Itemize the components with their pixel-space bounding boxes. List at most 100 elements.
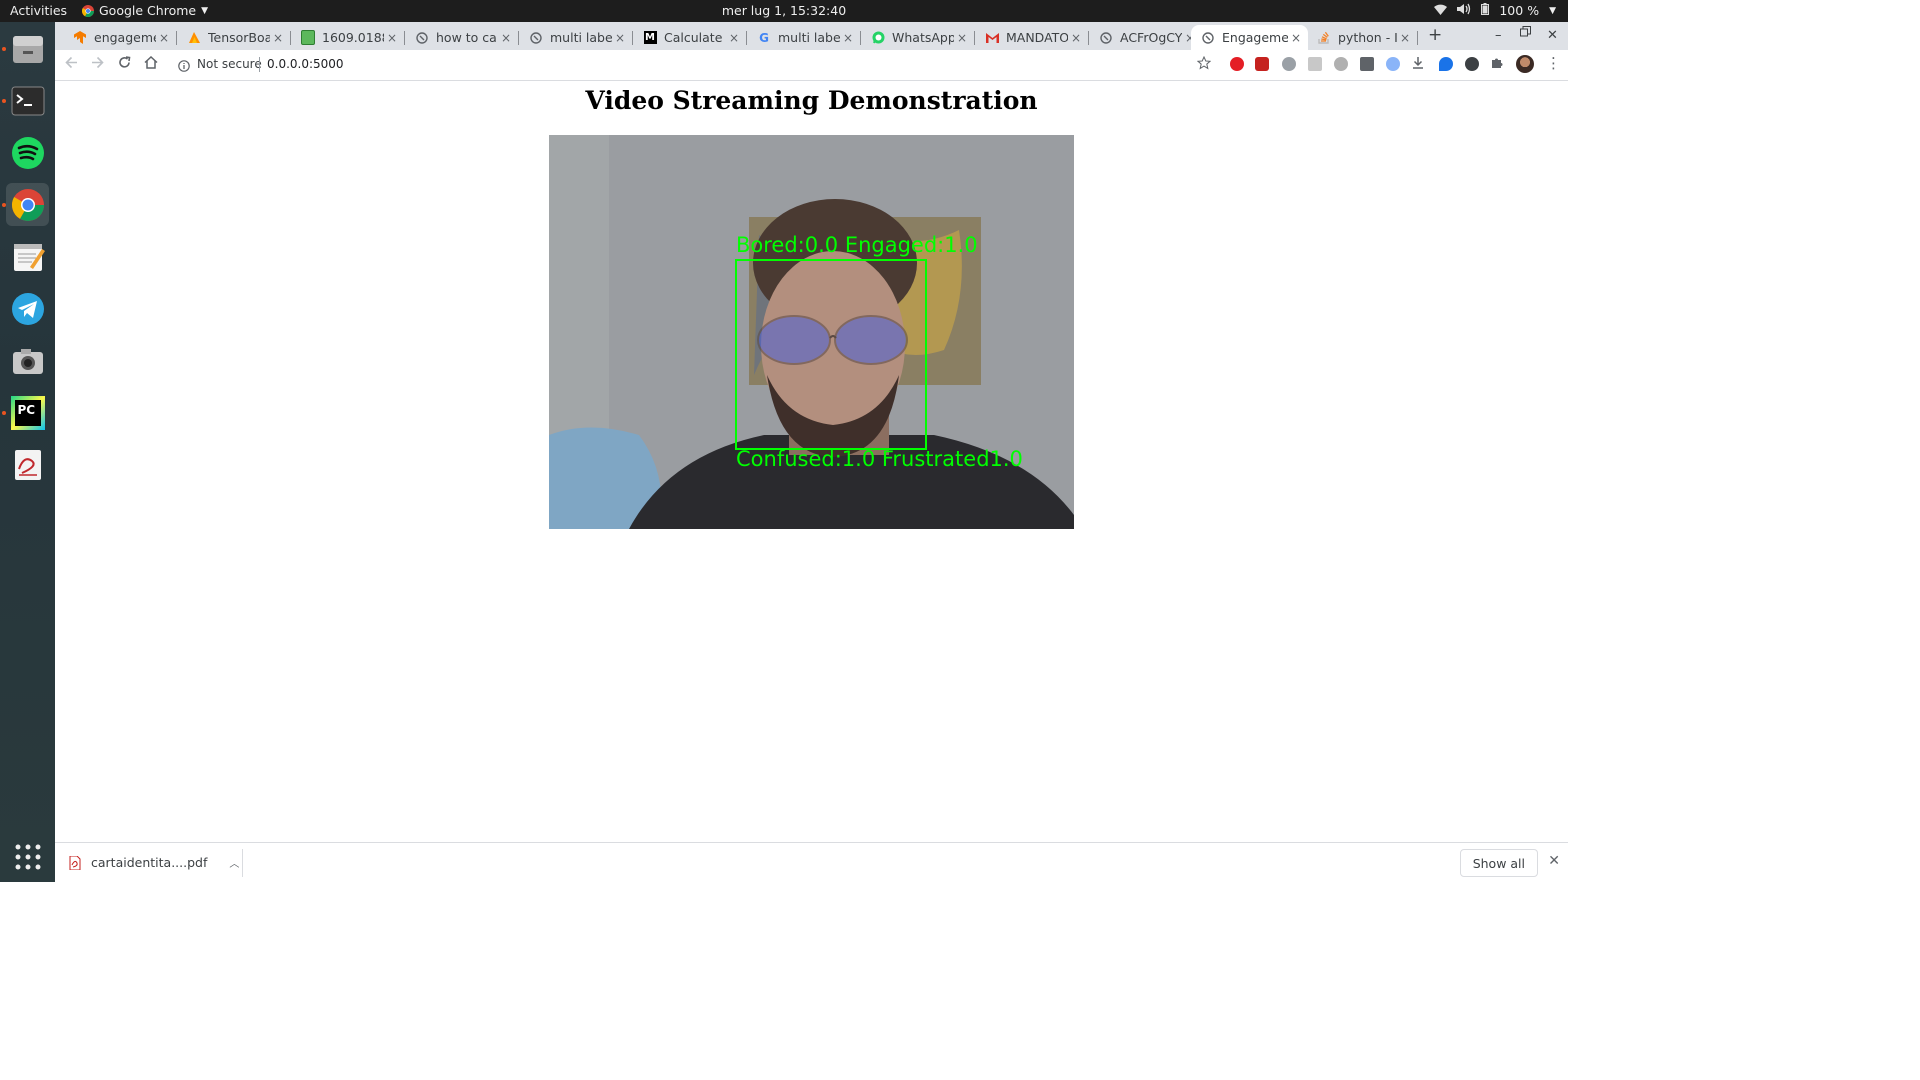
gmail-extension-icon[interactable]: [1255, 57, 1269, 71]
medium-icon: M: [643, 31, 657, 44]
cast-extension-icon[interactable]: [1308, 57, 1322, 71]
system-top-bar: Activities Google Chrome ▼ mer lug 1, 15…: [0, 0, 1568, 22]
tab-strip: engageme × TensorBoa × 1609.0188 × how t…: [55, 22, 1568, 50]
tab-title: MANDATO: [1006, 30, 1068, 45]
extension-icon[interactable]: [1282, 57, 1296, 71]
tab-title: ACFrOgCY: [1120, 30, 1182, 45]
running-indicator: [2, 47, 6, 51]
tab-paper[interactable]: 1609.0188 ×: [291, 25, 404, 50]
document-viewer-icon: [14, 449, 41, 480]
running-indicator: [2, 411, 6, 415]
download-item[interactable]: cartaidentita....pdf ︿: [69, 855, 239, 870]
whatsapp-icon: [871, 31, 885, 45]
back-icon[interactable]: [65, 56, 78, 73]
tab-close-icon[interactable]: ×: [612, 31, 628, 45]
tab-title: TensorBoa: [208, 30, 270, 45]
puzzle-icon[interactable]: [1491, 56, 1504, 73]
tab-tensorboard[interactable]: TensorBoa ×: [177, 25, 290, 50]
volume-icon: [1457, 3, 1471, 18]
security-label[interactable]: Not secure: [197, 57, 262, 71]
dark-extension-icon[interactable]: [1465, 57, 1479, 71]
text-editor-icon: [13, 243, 45, 271]
menu-kebab-icon[interactable]: ⋮: [1546, 54, 1561, 72]
show-apps-icon: [15, 844, 40, 869]
page-title: Video Streaming Demonstration: [585, 86, 1038, 115]
close-shelf-icon[interactable]: ✕: [1548, 853, 1560, 869]
tab-how-to-calculate[interactable]: how to cal ×: [405, 25, 518, 50]
tab-close-icon[interactable]: ×: [384, 31, 400, 45]
profile-avatar[interactable]: [1516, 55, 1534, 73]
paper-icon: [301, 30, 315, 45]
globe-icon: [529, 31, 543, 45]
running-indicator: [2, 203, 6, 207]
tab-multi-label-1[interactable]: multi label ×: [519, 25, 632, 50]
tab-whatsapp[interactable]: WhatsApp ×: [861, 25, 974, 50]
running-indicator: [2, 99, 6, 103]
dock-document-viewer[interactable]: [6, 443, 49, 486]
tab-engagement-1[interactable]: engageme ×: [63, 25, 176, 50]
star-icon[interactable]: [1196, 55, 1212, 74]
pen-extension-icon[interactable]: [1360, 57, 1374, 71]
tab-multi-label-2[interactable]: G multi label ×: [747, 25, 860, 50]
new-tab-button[interactable]: +: [1428, 25, 1442, 45]
tab-close-icon[interactable]: ×: [840, 31, 856, 45]
tab-engagement-active[interactable]: Engageme ×: [1191, 25, 1308, 50]
tab-title: Calculate n: [664, 30, 726, 45]
chrome-icon: [11, 188, 44, 221]
clock[interactable]: mer lug 1, 15:32:40: [0, 3, 1568, 18]
translate-extension-icon[interactable]: [1386, 57, 1400, 71]
dock-text-editor[interactable]: [6, 235, 49, 278]
dock-spotify[interactable]: [6, 131, 49, 174]
telegram-icon: [11, 292, 44, 325]
tab-close-icon[interactable]: ×: [954, 31, 970, 45]
overlay-label-top: Bored:0.0 Engaged:1.0: [736, 233, 978, 257]
system-tray[interactable]: 100 % ▼: [1434, 3, 1556, 18]
tab-python[interactable]: python - In ×: [1307, 25, 1417, 50]
show-all-button[interactable]: Show all: [1459, 849, 1538, 877]
tab-gmail[interactable]: MANDATO ×: [975, 25, 1088, 50]
compass-extension-icon[interactable]: [1334, 57, 1348, 71]
url-text[interactable]: 0.0.0.0:5000: [267, 57, 344, 71]
dock-terminal[interactable]: [6, 79, 49, 122]
omnibox-divider: [259, 57, 260, 72]
adblock-extension-icon[interactable]: [1230, 57, 1244, 71]
dock: PC: [0, 22, 55, 882]
forward-icon[interactable]: [91, 56, 104, 73]
tab-acfrogcy[interactable]: ACFrOgCY ×: [1089, 25, 1202, 50]
tab-close-icon[interactable]: ×: [1288, 31, 1304, 45]
close-window-icon[interactable]: ✕: [1547, 28, 1558, 43]
pdf-file-icon: [69, 855, 81, 870]
tab-title: python - In: [1338, 30, 1397, 45]
tab-close-icon[interactable]: ×: [726, 31, 742, 45]
gmail-icon: [985, 31, 999, 45]
pycharm-label: PC: [14, 399, 41, 426]
chevron-up-icon[interactable]: ︿: [229, 855, 239, 870]
dock-screenshot[interactable]: [6, 339, 49, 382]
tab-close-icon[interactable]: ×: [498, 31, 514, 45]
screenshot-icon: [12, 348, 43, 374]
tab-calculate[interactable]: M Calculate n ×: [633, 25, 746, 50]
tab-close-icon[interactable]: ×: [156, 31, 172, 45]
dock-chrome[interactable]: [6, 183, 49, 226]
shelf-divider: [242, 849, 243, 877]
minimize-icon[interactable]: –: [1495, 28, 1502, 43]
drop-extension-icon[interactable]: [1439, 57, 1453, 71]
globe-icon: [415, 31, 429, 45]
wifi-icon: [1434, 4, 1448, 18]
tab-close-icon[interactable]: ×: [1068, 31, 1084, 45]
info-icon[interactable]: [178, 57, 190, 76]
dock-telegram[interactable]: [6, 287, 49, 330]
pycharm-icon: PC: [10, 395, 45, 430]
tab-close-icon[interactable]: ×: [1397, 31, 1413, 45]
dock-files[interactable]: [6, 27, 49, 70]
globe-icon: [1201, 31, 1215, 45]
show-applications-button[interactable]: [6, 835, 49, 878]
restore-icon[interactable]: [1520, 26, 1531, 41]
battery-icon: [1481, 3, 1490, 18]
download-icon[interactable]: [1412, 56, 1424, 73]
browser-toolbar: Not secure 0.0.0.0:5000 ⋮: [55, 50, 1568, 81]
home-icon[interactable]: [144, 55, 158, 73]
dock-pycharm[interactable]: PC: [6, 391, 49, 434]
reload-icon[interactable]: [118, 56, 131, 73]
tab-close-icon[interactable]: ×: [270, 31, 286, 45]
